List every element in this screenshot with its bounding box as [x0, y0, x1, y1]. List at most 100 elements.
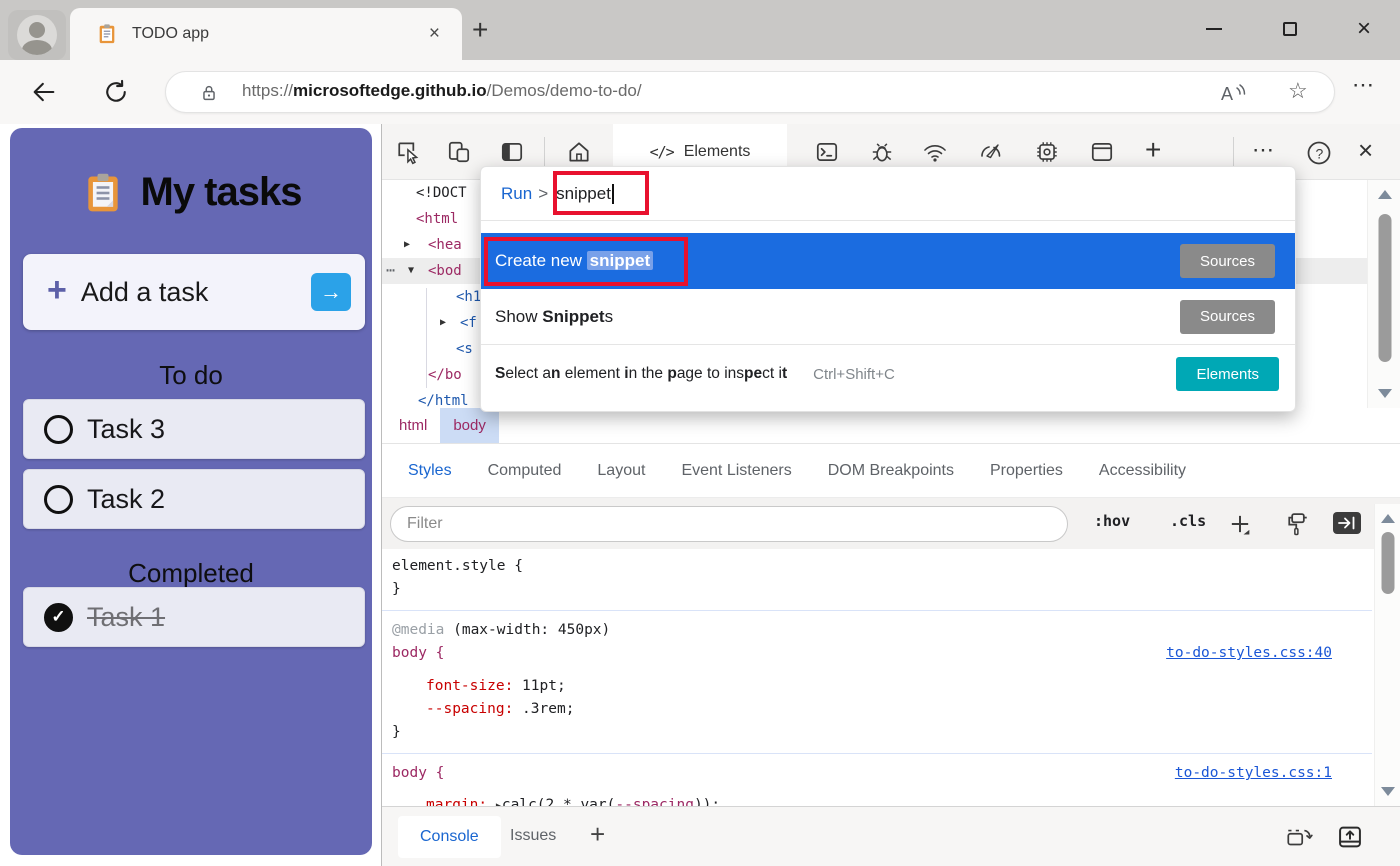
expand-drawer-icon[interactable]	[1335, 823, 1365, 851]
dom-breadcrumbs: html body	[382, 408, 1400, 444]
css-variable-link[interactable]: --spacing	[615, 797, 694, 806]
styles-pane: element.style { } @media (max-width: 450…	[382, 549, 1372, 806]
window-minimize-button[interactable]	[1196, 16, 1232, 42]
tab-event-listeners[interactable]: Event Listeners	[681, 462, 791, 480]
styles-filter-input[interactable]	[390, 506, 1068, 542]
activity-bar-toggle-icon[interactable]	[499, 139, 525, 165]
submit-task-button[interactable]: →	[311, 273, 351, 311]
sidebar-tabs: Styles Computed Layout Event Listeners D…	[382, 444, 1400, 498]
add-task-field[interactable]: + Add a task →	[23, 254, 365, 330]
window-maximize-button[interactable]	[1272, 16, 1308, 42]
browser-titlebar: TODO app × + ×	[0, 0, 1400, 60]
debugger-bug-icon[interactable]	[869, 139, 895, 165]
tab-accessibility[interactable]: Accessibility	[1099, 462, 1186, 480]
media-query[interactable]: @media (max-width: 450px)	[382, 619, 1372, 642]
plus-icon: +	[47, 271, 67, 310]
home-icon[interactable]	[566, 139, 592, 165]
expand-expanded-icon[interactable]: ▼	[408, 258, 414, 284]
console-panel-icon[interactable]	[814, 139, 840, 165]
svg-text:A: A	[1221, 84, 1233, 104]
scrollbar-thumb[interactable]	[1378, 214, 1391, 362]
performance-icon[interactable]	[977, 139, 1005, 165]
breadcrumb-html[interactable]: html	[386, 408, 440, 443]
read-aloud-icon[interactable]: A	[1218, 79, 1248, 107]
profile-button[interactable]	[8, 10, 66, 60]
tab-dom-breakpoints[interactable]: DOM Breakpoints	[828, 462, 954, 480]
lock-icon[interactable]	[198, 82, 220, 104]
command-menu: Run > snippet Create new snippet Sources…	[480, 166, 1296, 412]
drawer-tab-console[interactable]: Console	[398, 816, 501, 858]
todo-section-heading: To do	[10, 360, 372, 391]
stylesheet-link[interactable]: to-do-styles.css:40	[1166, 642, 1332, 665]
style-rule-body[interactable]: body {to-do-styles.css:1	[382, 762, 1372, 785]
task-label: Task 3	[87, 414, 165, 445]
task-checkbox[interactable]	[44, 415, 73, 444]
browser-menu-button[interactable]: ⋯	[1352, 72, 1376, 98]
devtools-more-menu-icon[interactable]: ⋯	[1252, 137, 1276, 163]
toggle-element-state-icon[interactable]	[1332, 510, 1362, 536]
task-checkbox-checked[interactable]: ✓	[44, 603, 73, 632]
app-title: My tasks	[141, 170, 302, 215]
panel-badge-elements: Elements	[1176, 357, 1279, 391]
more-tabs-plus-icon[interactable]: +	[1145, 134, 1161, 166]
dom-scrollbar[interactable]	[1367, 180, 1400, 408]
devtools-close-icon[interactable]: ×	[1358, 135, 1373, 166]
drawer-tab-issues[interactable]: Issues	[510, 827, 556, 845]
device-emulation-icon[interactable]	[446, 139, 472, 165]
result-label: Show Snippets	[495, 307, 613, 327]
drawer-add-tab-icon[interactable]: +	[590, 819, 605, 850]
favorites-star-icon[interactable]: ☆	[1288, 78, 1308, 104]
reload-button[interactable]	[102, 78, 130, 106]
style-rule-body-media[interactable]: body {to-do-styles.css:40	[382, 642, 1372, 665]
network-wifi-icon[interactable]	[921, 139, 949, 165]
css-property[interactable]: --spacing: .3rem;	[382, 698, 1372, 721]
new-tab-button[interactable]: +	[472, 14, 488, 46]
node-more-actions-icon[interactable]: ⋯	[386, 257, 396, 283]
result-label: Create new snippet	[495, 251, 653, 271]
command-result-create-snippet[interactable]: Create new snippet Sources	[481, 233, 1295, 289]
scroll-down-arrow[interactable]	[1378, 389, 1392, 398]
style-rule-element[interactable]: element.style {	[382, 555, 1372, 578]
scroll-down-arrow[interactable]	[1381, 787, 1395, 796]
task-checkbox[interactable]	[44, 485, 73, 514]
command-query-text[interactable]: snippet	[556, 184, 611, 204]
browser-tab[interactable]: TODO app ×	[70, 8, 462, 60]
tab-computed[interactable]: Computed	[488, 462, 562, 480]
task-row-completed[interactable]: ✓ Task 1	[23, 587, 365, 647]
task-label: Task 2	[87, 484, 165, 515]
window-close-button[interactable]: ×	[1346, 16, 1382, 42]
css-property[interactable]: font-size: 11pt;	[382, 675, 1372, 698]
breadcrumb-body[interactable]: body	[440, 408, 499, 443]
tab-styles[interactable]: Styles	[408, 462, 452, 480]
expand-collapsed-icon[interactable]: ▶	[440, 310, 446, 336]
computed-styles-brush-icon[interactable]	[1284, 510, 1312, 538]
url-text[interactable]: https://microsoftedge.github.io/Demos/de…	[242, 81, 642, 101]
scroll-up-arrow[interactable]	[1378, 190, 1392, 199]
task-row[interactable]: Task 3	[23, 399, 365, 459]
command-result-select-element[interactable]: Select an element in the page to inspect…	[481, 346, 1295, 402]
stylesheet-link[interactable]: to-do-styles.css:1	[1175, 762, 1332, 785]
memory-icon[interactable]	[1034, 139, 1060, 165]
scrollbar-thumb[interactable]	[1382, 532, 1395, 594]
new-style-rule-icon[interactable]	[1226, 510, 1254, 538]
command-input-row[interactable]: Run > snippet	[481, 167, 1295, 221]
drawer-position-icon[interactable]	[1284, 823, 1314, 851]
console-drawer: Console Issues +	[382, 806, 1400, 866]
scroll-up-arrow[interactable]	[1381, 514, 1395, 523]
tab-close-icon[interactable]: ×	[429, 23, 440, 45]
tab-properties[interactable]: Properties	[990, 462, 1063, 480]
tab-layout[interactable]: Layout	[597, 462, 645, 480]
command-result-show-snippets[interactable]: Show Snippets Sources	[481, 289, 1295, 345]
toggle-element-classes[interactable]: .cls	[1170, 512, 1206, 530]
back-button[interactable]	[30, 78, 58, 106]
help-icon[interactable]: ?	[1305, 139, 1333, 167]
inspect-element-icon[interactable]	[396, 139, 422, 165]
css-property[interactable]: margin: ▶calc(2 * var(--spacing));	[382, 794, 1372, 806]
styles-scrollbar[interactable]	[1374, 504, 1400, 806]
add-task-label: Add a task	[81, 277, 311, 308]
task-row[interactable]: Task 2	[23, 469, 365, 529]
application-icon[interactable]	[1089, 139, 1115, 165]
toggle-hover-state[interactable]: :hov	[1094, 512, 1130, 530]
address-bar[interactable]: https://microsoftedge.github.io/Demos/de…	[165, 71, 1335, 113]
expand-collapsed-icon[interactable]: ▶	[404, 232, 410, 258]
